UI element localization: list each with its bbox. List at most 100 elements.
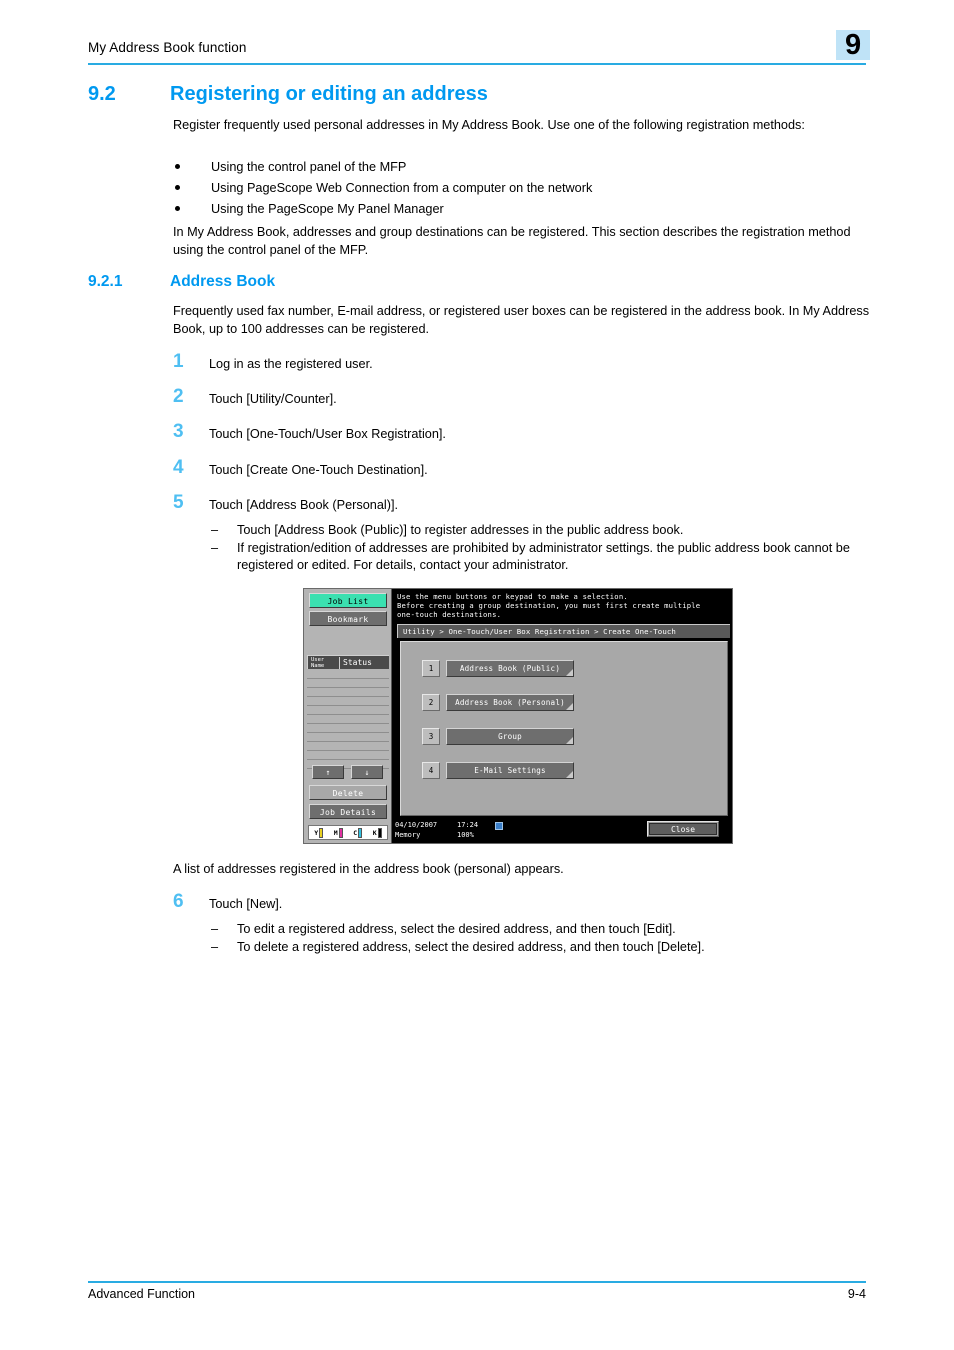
job-list-column-headers: User Name Status — [307, 655, 389, 669]
job-list-button[interactable]: Job List — [309, 593, 387, 608]
toner-label: M — [333, 828, 338, 837]
step-text: Touch [Address Book (Personal)]. — [209, 498, 398, 512]
header-rule — [88, 63, 866, 65]
page-header: My Address Book function — [88, 38, 866, 72]
toner-cyan: C — [353, 827, 363, 838]
section-number: 9.2 — [88, 83, 116, 105]
figure-caption: A list of addresses registered in the ad… — [173, 862, 564, 876]
breadcrumb: Utility > One-Touch/User Box Registratio… — [397, 624, 730, 650]
address-book-public-button[interactable]: Address Book (Public) — [446, 660, 574, 677]
toner-bar-icon — [338, 827, 343, 838]
delete-button[interactable]: Delete — [309, 785, 387, 800]
toner-black: K — [372, 827, 382, 838]
list-item: Using PageScope Web Connection from a co… — [173, 178, 873, 199]
mfp-menu-panel: 1 Address Book (Public) 2 Address Book (… — [400, 641, 728, 816]
close-button-label: Close — [649, 823, 717, 835]
menu-index: 4 — [422, 762, 440, 779]
footer-rule — [88, 1281, 866, 1283]
group-button[interactable]: Group — [446, 728, 574, 745]
toner-bar-icon — [377, 827, 382, 838]
list-item-label: Touch [Address Book (Public)] to registe… — [237, 523, 684, 537]
message-line-2: Before creating a group destination, you… — [397, 601, 701, 611]
toner-label: C — [353, 828, 358, 837]
toner-label: K — [372, 828, 377, 837]
header-title: My Address Book function — [88, 40, 247, 55]
message-line-3: one-touch destinations. — [397, 610, 502, 620]
job-details-button[interactable]: Job Details — [309, 804, 387, 819]
footer-page-number: 9-4 — [847, 1287, 866, 1301]
toner-bar-icon — [319, 827, 324, 838]
step-text: Touch [One-Touch/User Box Registration]. — [209, 427, 446, 441]
mfp-sidebar: Job List Bookmark User Name Status ↑ ↓ D… — [304, 589, 392, 843]
chapter-number: 9 — [845, 29, 862, 61]
step-number: 1 — [173, 351, 184, 372]
list-item-label: Using the PageScope My Panel Manager — [211, 202, 444, 216]
list-item-label: To delete a registered address, select t… — [237, 939, 705, 954]
bookmark-button[interactable]: Bookmark — [309, 611, 387, 626]
mfp-main-area: Use the menu buttons or keypad to make a… — [393, 589, 732, 843]
subsection-heading: 9.2.1 Address Book — [88, 273, 878, 291]
subsection-title: Address Book — [170, 273, 276, 290]
column-divider — [339, 657, 340, 669]
email-settings-button[interactable]: E-Mail Settings — [446, 762, 574, 779]
section-heading: 9.2 Registering or editing an address — [88, 83, 878, 106]
job-list-empty-rows — [307, 670, 389, 769]
list-item: – If registration/edition of addresses a… — [209, 540, 873, 575]
list-item-label: Using the control panel of the MFP — [211, 160, 407, 174]
toner-bar-icon — [358, 827, 363, 838]
dash-bullet-icon: – — [211, 523, 219, 537]
menu-index: 3 — [422, 728, 440, 745]
subsection-intro-paragraph: Frequently used fax number, E-mail addre… — [173, 304, 870, 336]
section-after-bullets-paragraph: In My Address Book, addresses and group … — [173, 225, 851, 257]
list-item-label: If registration/edition of addresses are… — [237, 540, 850, 573]
list-item: Using the PageScope My Panel Manager — [173, 199, 873, 220]
list-item: – Touch [Address Book (Public)] to regis… — [209, 522, 873, 540]
step-text: Touch [Create One-Touch Destination]. — [209, 463, 428, 477]
list-item: Using the control panel of the MFP — [173, 157, 873, 178]
status-memory-value: 100% — [457, 830, 474, 839]
scroll-up-button[interactable]: ↑ — [312, 765, 344, 779]
dash-bullet-icon: – — [211, 922, 219, 936]
toner-yellow: Y — [314, 827, 324, 838]
bullet-dot-icon — [175, 206, 180, 211]
address-book-personal-button[interactable]: Address Book (Personal) — [446, 694, 574, 711]
section-intro-paragraph: Register frequently used personal addres… — [173, 118, 805, 132]
method-bullet-list: Using the control panel of the MFP Using… — [173, 157, 873, 220]
menu-row-1: 1 Address Book (Public) — [422, 660, 597, 677]
menu-row-4: 4 E-Mail Settings — [422, 762, 597, 779]
network-status-icon — [495, 822, 503, 830]
status-time: 17:24 — [457, 821, 479, 829]
list-item: – To delete a registered address, select… — [209, 939, 873, 957]
list-item-label: To edit a registered address, select the… — [237, 922, 676, 936]
mfp-instruction-message: Use the menu buttons or keypad to make a… — [397, 592, 729, 620]
step-number: 2 — [173, 386, 184, 407]
menu-index: 2 — [422, 694, 440, 711]
subsection-number: 9.2.1 — [88, 273, 123, 290]
dash-bullet-icon: – — [211, 939, 219, 954]
message-line-1: Use the menu buttons or keypad to make a… — [397, 592, 628, 601]
step-text: Touch [New]. — [209, 897, 283, 911]
step-5-substeps: – Touch [Address Book (Public)] to regis… — [209, 522, 873, 575]
menu-row-3: 3 Group — [422, 728, 597, 745]
step-number: 3 — [173, 421, 184, 442]
dash-bullet-icon: – — [211, 540, 219, 555]
toner-label: Y — [314, 828, 319, 837]
close-button[interactable]: Close — [647, 821, 719, 837]
bullet-dot-icon — [175, 164, 180, 169]
step-text: Log in as the registered user. — [209, 357, 373, 371]
mfp-control-panel-figure: Job List Bookmark User Name Status ↑ ↓ D… — [303, 588, 733, 844]
section-title: Registering or editing an address — [170, 83, 488, 105]
step-6-substeps: – To edit a registered address, select t… — [209, 921, 873, 956]
bullet-dot-icon — [175, 185, 180, 190]
document-page: My Address Book function 9 9.2 Registerin… — [0, 0, 954, 1350]
scroll-down-button[interactable]: ↓ — [351, 765, 383, 779]
menu-index: 1 — [422, 660, 440, 677]
column-header-user-name: User Name — [311, 657, 325, 669]
list-item: – To edit a registered address, select t… — [209, 921, 873, 939]
menu-row-2: 2 Address Book (Personal) — [422, 694, 597, 711]
mfp-status-bar: 04/10/2007 Memory 17:24 100% — [395, 821, 595, 840]
step-number: 4 — [173, 457, 184, 478]
toner-magenta: M — [333, 827, 343, 838]
step-number: 6 — [173, 891, 184, 912]
step-number: 5 — [173, 492, 184, 513]
